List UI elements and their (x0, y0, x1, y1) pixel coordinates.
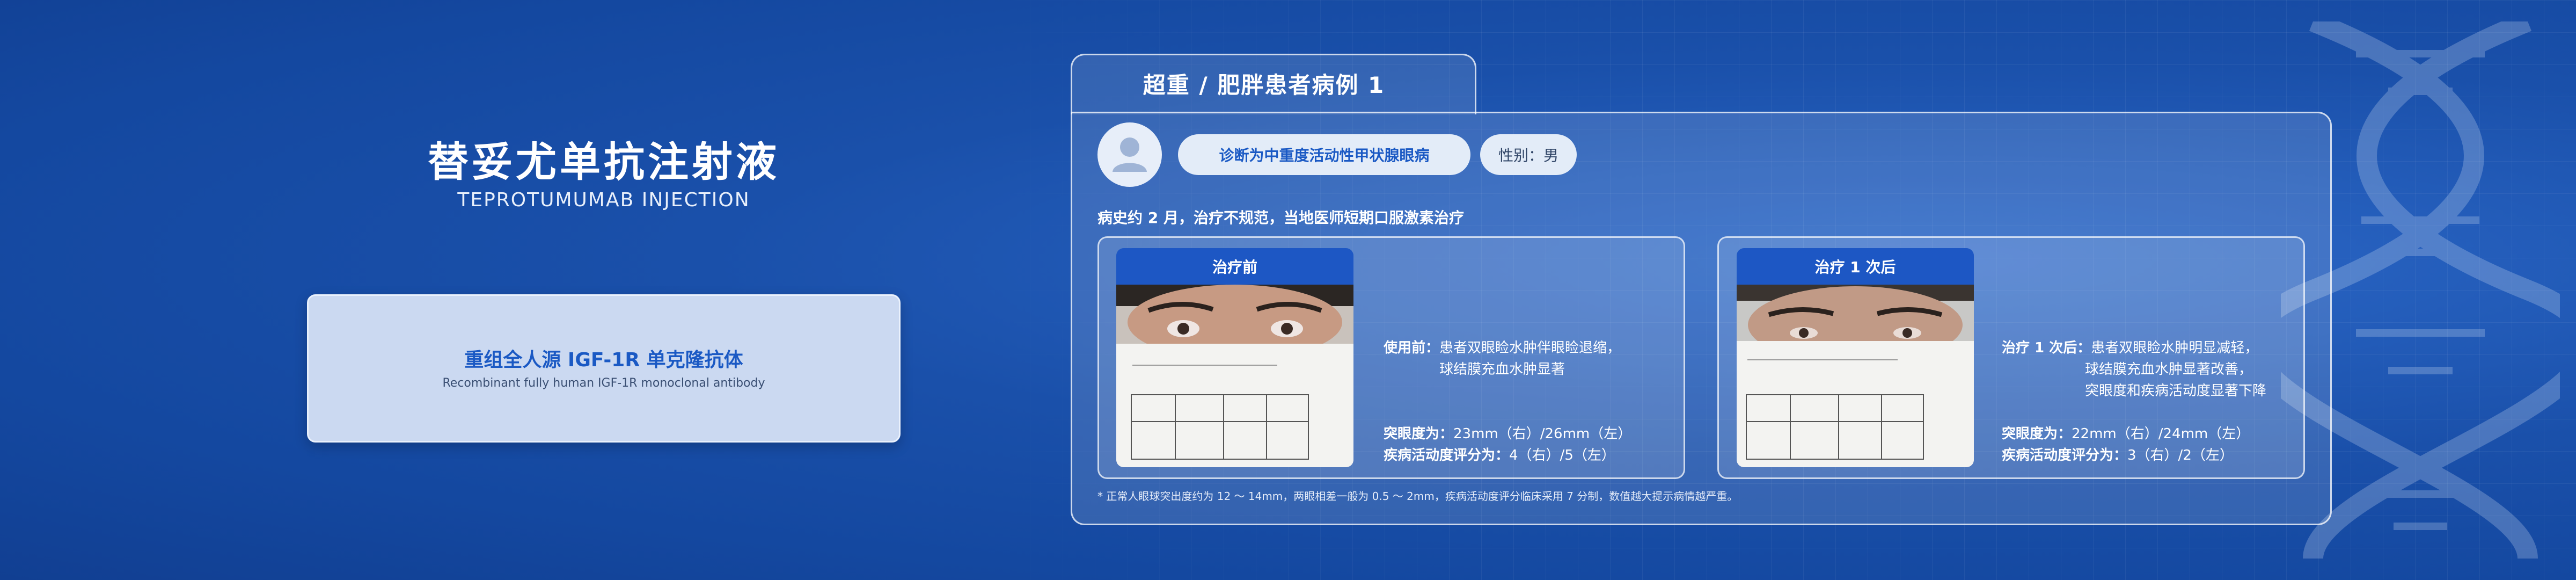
before-treatment-photo (1116, 285, 1353, 467)
before-line1: 患者双眼睑水肿伴眼睑退缩， (1439, 340, 1621, 356)
before-label: 使用前： (1384, 340, 1440, 356)
medical-history: 病史约 2 月，治疗不规范，当地医师短期口服激素治疗 (1097, 209, 1464, 227)
before-description: 使用前：患者双眼睑水肿伴眼睑退缩， 球结膜充血水肿显著 (1384, 337, 1621, 380)
after-cas-value: 3（右）/2（左） (2127, 447, 2234, 463)
after-line1: 患者双眼睑水肿明显减轻， (2091, 340, 2259, 356)
after-treatment-header: 治疗 1 次后 (1737, 248, 1974, 285)
case-tab-label: 超重 / 肥胖患者病例 1 (1143, 72, 1385, 98)
before-line2: 球结膜充血水肿显著 (1439, 361, 1565, 378)
mechanism-box: 重组全人源 IGF-1R 单克隆抗体 Recombinant fully hum… (307, 294, 901, 443)
after-line2: 球结膜充血水肿显著改善， (2085, 361, 2253, 378)
after-label: 治疗 1 次后： (2002, 340, 2091, 356)
after-line3: 突眼度和疾病活动度显著下降 (2085, 383, 2267, 399)
before-proptosis-value: 23mm（右）/26mm（左） (1453, 426, 1632, 442)
before-cas-value: 4（右）/5（左） (1509, 447, 1615, 463)
after-treatment-photo (1737, 285, 1974, 467)
product-subtitle: TEPROTUMUMAB INJECTION (457, 189, 750, 211)
before-treatment-header: 治疗前 (1116, 248, 1353, 285)
diagnosis-pill: 诊断为中重度活动性甲状腺眼病 (1178, 134, 1470, 175)
product-title: 替妥尤单抗注射液 (428, 138, 780, 186)
after-proptosis-value: 22mm（右）/24mm（左） (2072, 426, 2250, 442)
before-metrics: 突眼度为：23mm（右）/26mm（左） 疾病活动度评分为：4（右）/5（左） (1384, 423, 1631, 466)
before-proptosis-label: 突眼度为： (1384, 426, 1454, 442)
user-avatar-icon (1097, 122, 1162, 187)
after-proptosis-label: 突眼度为： (2002, 426, 2072, 442)
footnote: * 正常人眼球突出度约为 12 ～ 14mm，两眼相差一般为 0.5 ～ 2mm… (1097, 490, 1738, 503)
before-cas-label: 疾病活动度评分为： (1384, 447, 1510, 463)
after-metrics: 突眼度为：22mm（右）/24mm（左） 疾病活动度评分为：3（右）/2（左） (2002, 423, 2250, 466)
after-description: 治疗 1 次后：患者双眼睑水肿明显减轻， 球结膜充血水肿显著改善， 突眼度和疾病… (2002, 337, 2266, 402)
mechanism-subtitle: Recombinant fully human IGF-1R monoclona… (442, 376, 765, 390)
sex-pill: 性别：男 (1480, 134, 1577, 175)
after-cas-label: 疾病活动度评分为： (2002, 447, 2128, 463)
mechanism-title: 重组全人源 IGF-1R 单克隆抗体 (464, 349, 743, 371)
